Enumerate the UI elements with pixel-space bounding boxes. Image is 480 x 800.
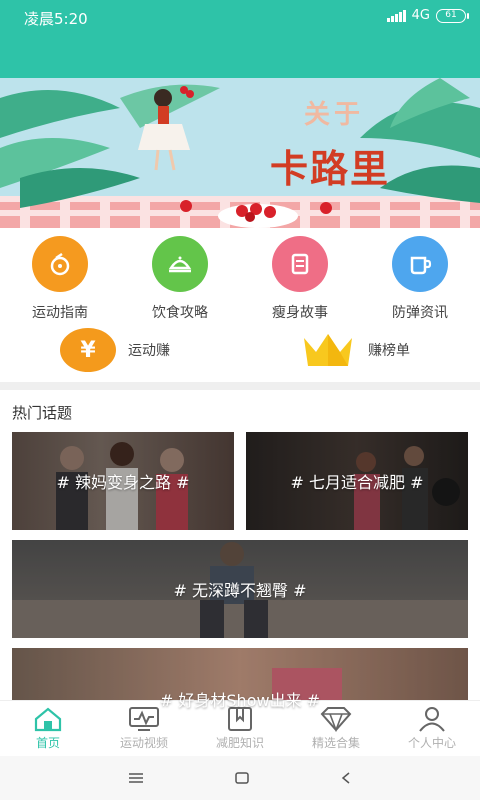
hot-topics-title: 热门话题 <box>12 404 73 422</box>
topic-card-label: # 七月适合减肥 # <box>290 473 424 492</box>
system-nav-bar <box>0 756 480 800</box>
category-label: 防弹资讯 <box>392 305 448 321</box>
status-icons: 4G 61 <box>386 8 469 23</box>
category-label: 饮食攻略 <box>152 305 208 321</box>
category-slim-story[interactable]: 瘦身故事 <box>240 236 360 322</box>
tab-profile[interactable]: 个人中心 <box>384 701 480 756</box>
video-monitor-icon <box>129 707 159 731</box>
category-news[interactable]: 防弹资讯 <box>360 236 480 322</box>
diamond-icon <box>320 707 352 732</box>
category-label: 运动指南 <box>32 305 88 321</box>
earn-sport-button[interactable]: ¥ 运动赚 <box>60 320 170 380</box>
category-sport-guide[interactable]: 运动指南 <box>0 236 120 322</box>
banner-title-big: 卡路里 <box>270 146 391 191</box>
home-icon <box>34 707 62 732</box>
app-screen: 凌晨5:20 4G 61 关于 卡路里 运动指南 饮食攻略 瘦身故事 防弹资讯 … <box>0 0 480 800</box>
topic-card[interactable]: # 七月适合减肥 # <box>246 432 468 530</box>
status-time: 凌晨5:20 <box>24 10 88 28</box>
tab-label: 减肥知识 <box>215 736 264 750</box>
topic-card[interactable]: # 无深蹲不翘臀 # <box>12 540 468 638</box>
topic-card-label: # 无深蹲不翘臀 # <box>173 581 307 600</box>
person-icon <box>419 707 445 732</box>
cup-icon <box>392 236 448 292</box>
crown-icon <box>304 334 352 366</box>
category-grid: 运动指南 饮食攻略 瘦身故事 防弹资讯 <box>0 228 480 321</box>
notebook-icon <box>272 236 328 292</box>
menu-icon[interactable] <box>128 772 144 784</box>
tab-label: 运动视频 <box>119 736 168 750</box>
banner-illustration <box>0 78 480 228</box>
promo-banner[interactable]: 关于 卡路里 <box>0 78 480 228</box>
battery-icon: 61 <box>436 8 469 23</box>
section-divider <box>0 382 480 390</box>
earn-ranking-label: 赚榜单 <box>368 343 410 359</box>
topic-card[interactable]: # 辣妈变身之路 # <box>12 432 234 530</box>
tab-label: 首页 <box>35 736 60 750</box>
topic-card-label: # 好身材Show出来 # <box>159 691 321 710</box>
earn-ranking-button[interactable]: 赚榜单 <box>300 320 410 380</box>
tab-label: 个人中心 <box>407 736 456 750</box>
back-icon[interactable] <box>340 771 352 785</box>
tab-home[interactable]: 首页 <box>0 701 96 756</box>
tab-label: 精选合集 <box>311 736 360 750</box>
food-tray-icon <box>152 236 208 292</box>
category-diet-guide[interactable]: 饮食攻略 <box>120 236 240 322</box>
signal-icon <box>386 9 406 22</box>
category-label: 瘦身故事 <box>272 305 328 321</box>
network-label: 4G <box>411 8 430 23</box>
topic-card-label: # 辣妈变身之路 # <box>56 473 190 492</box>
yuan-coin-icon: ¥ <box>60 328 116 372</box>
home-button-icon[interactable] <box>234 771 250 785</box>
banner-title-small: 关于 <box>304 100 365 130</box>
sport-guide-icon <box>32 236 88 292</box>
status-bar: 凌晨5:20 4G 61 <box>0 0 480 78</box>
earn-sport-label: 运动赚 <box>128 343 170 359</box>
